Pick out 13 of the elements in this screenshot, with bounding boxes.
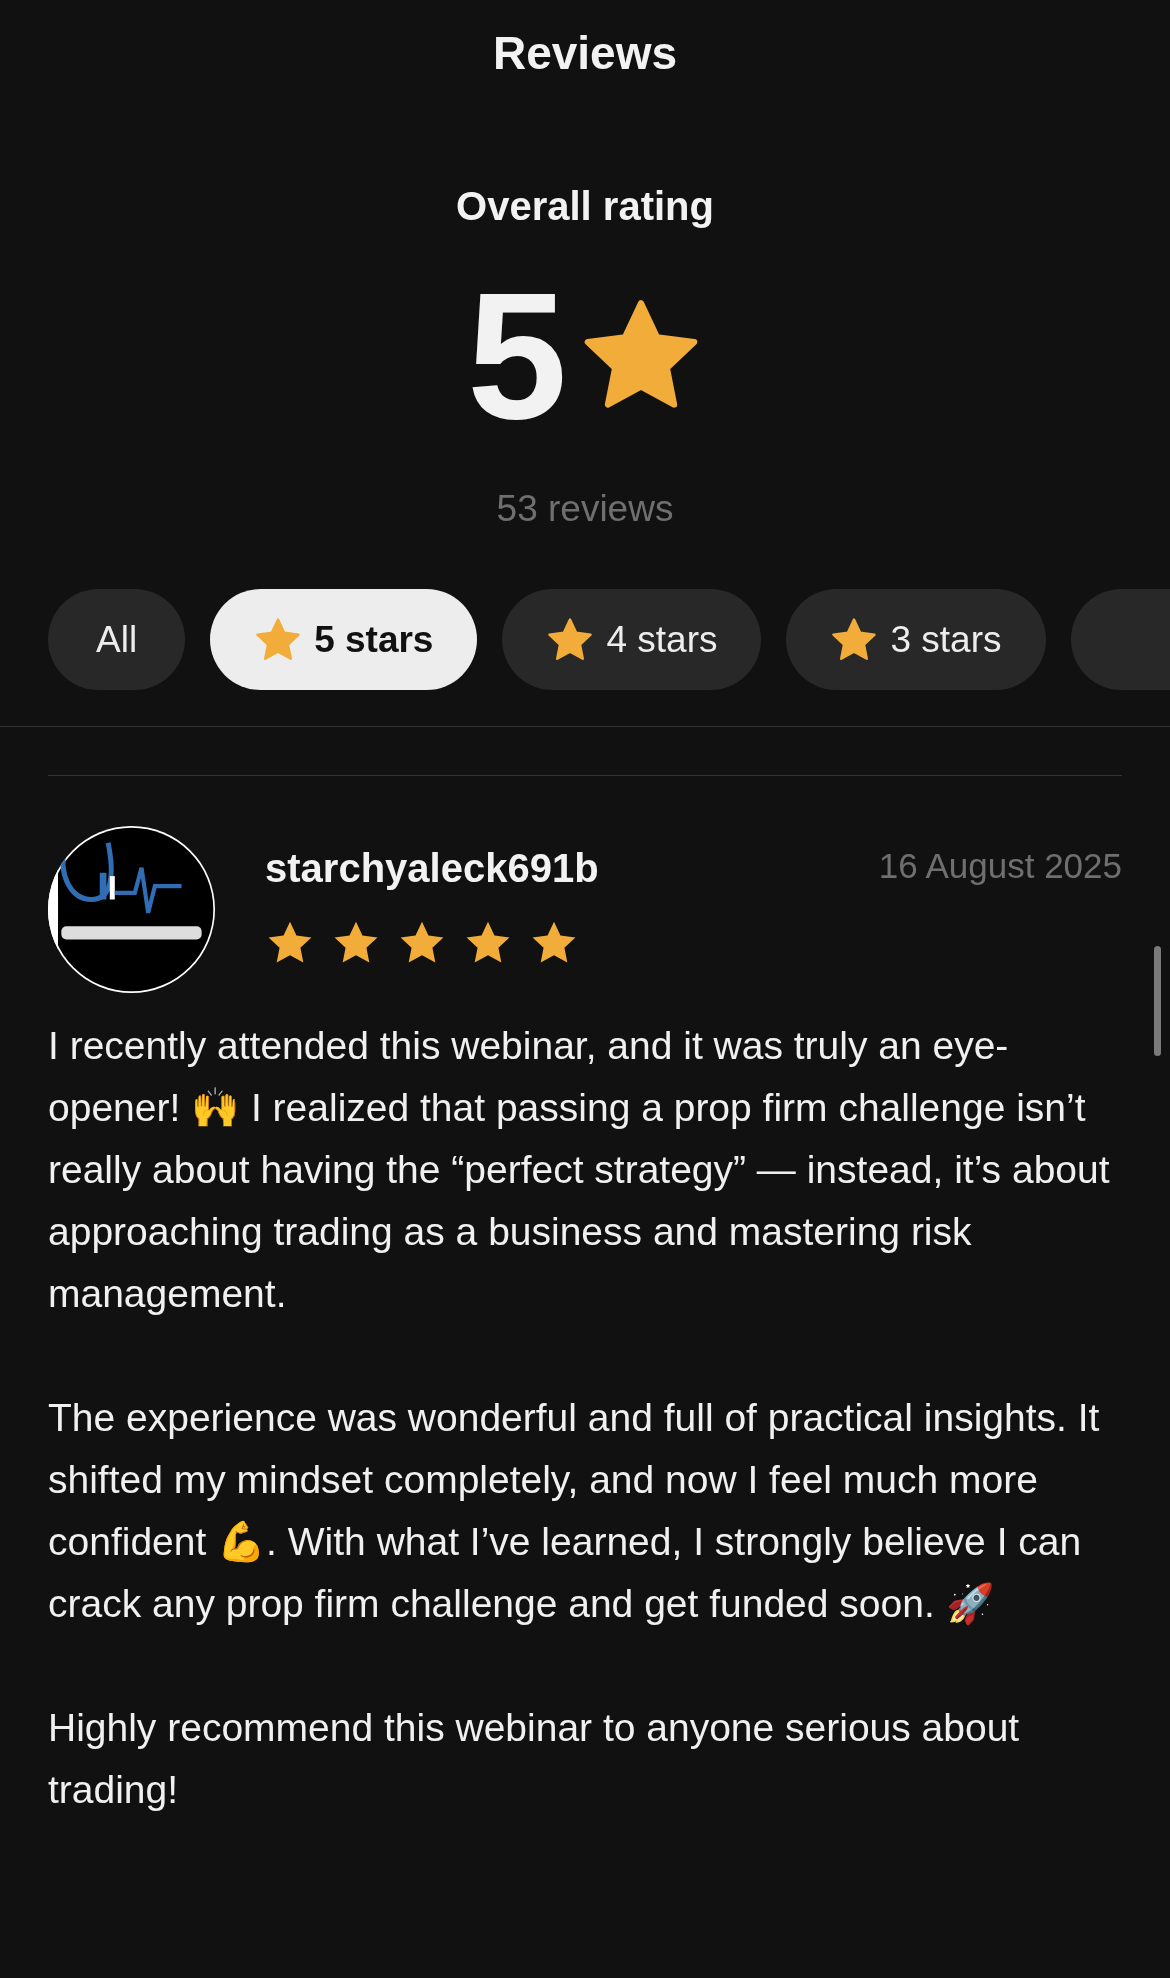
overall-rating-label: Overall rating xyxy=(456,186,714,226)
review-date: 16 August 2025 xyxy=(878,848,1122,883)
rating-score: 5 xyxy=(466,266,568,446)
filter-chip[interactable]: 4 stars xyxy=(502,589,762,690)
filter-chip[interactable]: 3 stars xyxy=(786,589,1046,690)
review-paragraph: The experience was wonderful and full of practical insights. It shifted my mindset completely, and now I feel much more confident 💪. With what I’ve learned, I strongly believe I can crack any prop firm challenge and get funded soon. 🚀 xyxy=(48,1395,1101,1628)
review-paragraph: I recently attended this webinar, and it was truly an eye-opener! 🙌 I realized that passing a prop firm challenge isn’t really about having the “perfect strategy” — instead, it’s about approaching trading as a business and mastering risk management. xyxy=(48,1023,1111,1317)
page-title: Reviews xyxy=(492,30,678,76)
review-paragraph: Highly recommend this webinar to anyone serious about trading! xyxy=(48,1705,1021,1813)
review-count: 53 reviews xyxy=(496,490,674,527)
filter-chip[interactable]: 5 stars xyxy=(210,589,478,690)
filter-chip[interactable]: All xyxy=(48,589,186,690)
reviewer-name: starchyaleck691b xyxy=(265,848,599,888)
